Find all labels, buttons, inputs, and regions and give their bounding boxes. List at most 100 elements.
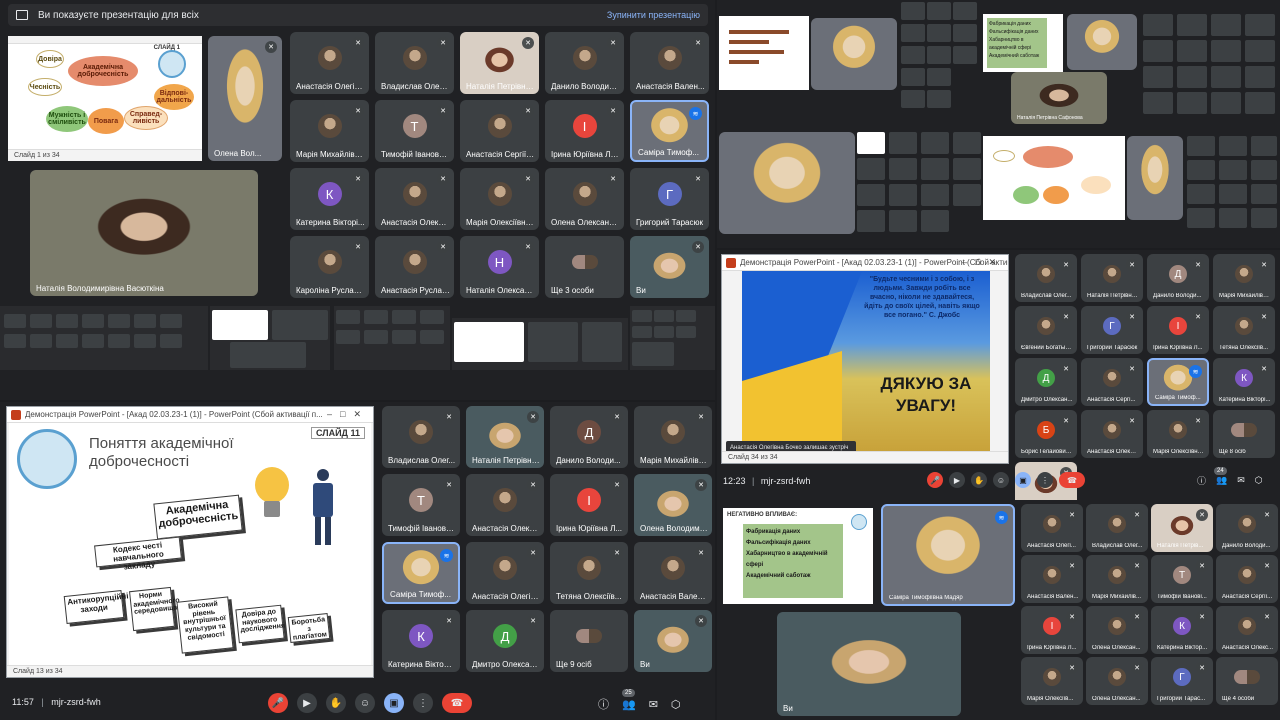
participant-tile[interactable]: Б ✕ Борис Гелайович... [1015,410,1077,458]
participant-tile[interactable]: ✕ Марія Олексіївна... [1147,410,1209,458]
self-video-tile[interactable]: ✕ Олена Вол... [208,36,282,161]
participant-tile[interactable]: Т ✕ Тимофій Іванові... [1151,555,1213,603]
participant-tile[interactable]: ✕ Анастасія Вален... [1021,555,1083,603]
participant-tile[interactable]: І ✕ Ірина Юріївна Л... [1147,306,1209,354]
people-icon[interactable]: 👥 24 [1214,467,1227,486]
participant-tile[interactable]: К ✕ Катерина Вікторі... [382,610,460,672]
raise-hand-button[interactable]: ✋ [326,693,346,713]
participant-tile[interactable]: ✕ Анастасія Сергіїв... [460,100,539,162]
present-button[interactable]: ▣ [384,693,404,713]
participant-tile[interactable]: ✕ Олена Олександ... [545,168,624,230]
participant-tile[interactable]: ✕ Ви [630,236,709,298]
speaker-video-tile[interactable] [811,18,897,90]
speaker-video-tile[interactable] [1067,14,1137,70]
present-button[interactable]: ▣ [1015,472,1031,488]
participant-tile[interactable]: Ще 9 осіб [550,610,628,672]
participant-tile[interactable]: К ✕ Катерина Вікторі... [1213,358,1275,406]
participant-tile[interactable]: ✕ Анастасія Сергі... [1081,358,1143,406]
participant-tile[interactable]: Ще 4 особи [1216,657,1278,705]
participant-tile[interactable]: ✕ Анастасія Олекс... [1216,606,1278,654]
participant-tile[interactable]: ✕ Марія Михайлівн... [634,406,712,468]
participant-tile[interactable]: ✕ Тетяна Олексіїв... [1213,306,1275,354]
participant-tile[interactable]: ✕ Тетяна Олексіїв... [550,542,628,604]
chat-icon[interactable]: ✉ [649,698,658,711]
participant-tile[interactable]: ✕ Анастасія Олексі... [375,168,454,230]
participant-tile[interactable]: І ✕ Ірина Юріївна Л... [550,474,628,536]
participant-tile[interactable]: ✕ Владислав Олег... [1086,504,1148,552]
activities-icon[interactable]: ⬡ [1255,475,1263,486]
leave-call-button[interactable]: ☎ [1059,472,1085,488]
self-video-tile[interactable] [1127,136,1183,220]
participant-tile[interactable]: ✕ Марія Олексіїв... [1021,657,1083,705]
window-controls-icon[interactable]: –□✕ [327,409,369,420]
camera-toggle-button[interactable]: ▶ [297,693,317,713]
participant-tile[interactable]: Д ✕ Данило Володи... [550,406,628,468]
raise-hand-button[interactable]: ✋ [971,472,987,488]
participant-tile[interactable]: Ще 8 осіб [1213,410,1275,458]
participant-tile[interactable]: ✕ Анастасія Сергії... [1216,555,1278,603]
participant-tile[interactable]: ✕ Олена Володими... [634,474,712,536]
stop-presenting-button[interactable]: Зупинити презентацію [607,10,700,20]
participant-tile[interactable]: ✕ Анастасія Олексі... [1081,410,1143,458]
participant-tile[interactable]: ✕ Анастасія Вален... [634,542,712,604]
participant-tile[interactable]: І ✕ Ірина Юріївна Л... [1021,606,1083,654]
emoji-button[interactable]: ☺ [355,693,375,713]
camera-toggle-button[interactable]: ▶ [949,472,965,488]
participant-tile[interactable]: ✕ Данило Володи... [1216,504,1278,552]
participant-tile[interactable]: ✕ Ви [634,610,712,672]
chat-icon[interactable]: ✉ [1237,475,1245,486]
participant-tile[interactable]: К ✕ Катерина Віктор... [1151,606,1213,654]
participant-tile[interactable]: ✕ Олена Олексан... [1086,657,1148,705]
participant-tile[interactable]: ≋ Саміра Тимоф... [382,542,460,604]
speaker-video-tile[interactable] [719,132,855,234]
participant-tile[interactable]: Д ✕ Дмитро Олексан... [1015,358,1077,406]
participant-tile[interactable]: Г ✕ Григорий Тарас... [1151,657,1213,705]
participant-tile[interactable]: ✕ Анастасія Вален... [630,32,709,94]
speaker-video-tile[interactable]: ≋ Саміра Тимофіївна Мадяр [881,504,1015,606]
participant-tile[interactable]: ✕ Марія Михайлівн... [290,100,369,162]
participant-tile[interactable]: ✕ Владислав Олег... [382,406,460,468]
participant-tile[interactable]: ✕ Наталія Петрівна... [1081,254,1143,302]
participant-tile[interactable]: ✕ Анастасія Олегів... [466,542,544,604]
participant-tile[interactable]: ✕ Анастасія Олегів... [290,32,369,94]
mic-toggle-button[interactable]: 🎤 [268,693,288,713]
participant-tile[interactable]: ✕ Кароліна Руслані... [290,236,369,298]
participant-tile[interactable]: Наталія Петрівна Сафонова [1011,72,1107,124]
participant-tile[interactable]: ✕ Наталія Петрівна... [460,32,539,94]
participant-tile[interactable]: ✕ Владислав Олего... [375,32,454,94]
participant-tile[interactable]: Н ✕ Наталія Олексан... [460,236,539,298]
more-options-button[interactable]: ⋮ [413,693,433,713]
participant-tile[interactable]: Г ✕ Григорий Тарасюк [630,168,709,230]
participant-tile[interactable]: ✕ Анастасія Олегі... [1021,504,1083,552]
participant-tile[interactable]: ≋ Саміра Тимоф... [630,100,709,162]
participant-tile[interactable]: ✕ Владислав Олег... [1015,254,1077,302]
participant-tile[interactable]: ✕ Марія Михайлів... [1086,555,1148,603]
participant-tile[interactable]: ≋ Саміра Тимоф... [1147,358,1209,406]
participant-tile[interactable]: ✕ Анастасія Олекс... [466,474,544,536]
participant-tile[interactable]: ✕ Данило Володим... [545,32,624,94]
info-icon[interactable]: ⓘ [598,696,609,712]
participant-tile[interactable]: ✕ Олена Олексан... [1086,606,1148,654]
pinned-video-tile[interactable]: Наталія Володимирівна Васюткіна [30,170,258,296]
leave-call-button[interactable]: ☎ [442,693,472,713]
participant-tile[interactable]: ✕ Наталія Петрів... [1151,504,1213,552]
participant-tile[interactable]: К ✕ Катерина Вікторі... [290,168,369,230]
participant-tile[interactable]: ✕ Марія Михайлівн... [1213,254,1275,302]
participant-tile[interactable]: ✕ Анастасія Руслан... [375,236,454,298]
participant-tile[interactable]: Г ✕ Григорий Тарасюк [1081,306,1143,354]
participant-tile[interactable]: ✕ Наталія Петрівна... [466,406,544,468]
participant-tile[interactable]: ✕ Марія Олексіївна ... [460,168,539,230]
emoji-button[interactable]: ☺ [993,472,1009,488]
participant-tile[interactable]: ✕ Євгений Богатыр... [1015,306,1077,354]
activities-icon[interactable]: ⬡ [671,698,681,711]
window-controls-icon[interactable]: –□✕ [962,257,1004,268]
participant-tile[interactable]: Д ✕ Данило Володи... [1147,254,1209,302]
participant-tile[interactable]: Т ✕ Тимофій Іванови... [382,474,460,536]
participant-tile[interactable]: Ще 3 особи [545,236,624,298]
people-icon[interactable]: 👥 25 [622,688,636,711]
participant-tile[interactable]: І ✕ Ірина Юріївна Лу... [545,100,624,162]
more-options-button[interactable]: ⋮ [1037,472,1053,488]
self-video-tile[interactable]: Ви [777,612,961,716]
participant-tile[interactable]: Т ✕ Тимофій Іванович... [375,100,454,162]
participant-tile[interactable]: Д ✕ Дмитро Олексан... [466,610,544,672]
